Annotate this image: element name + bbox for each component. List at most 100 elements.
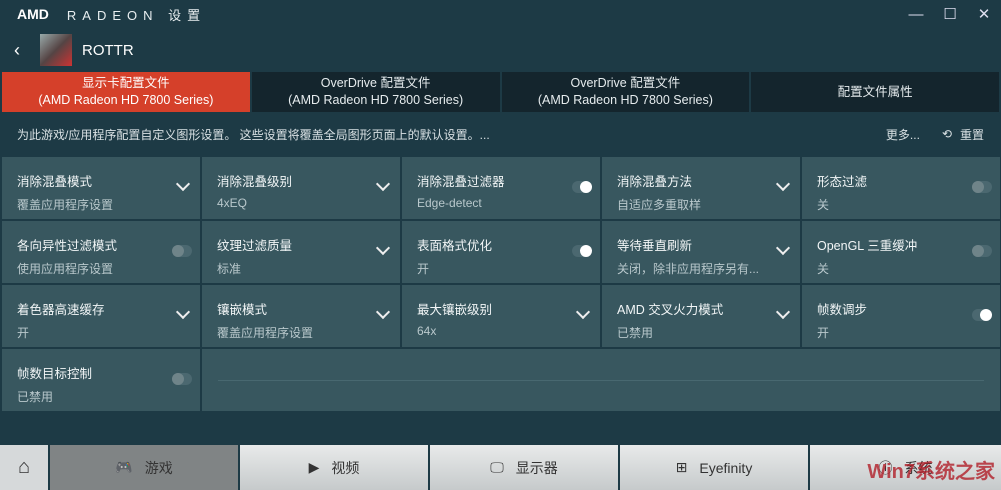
- tab-line2: (AMD Radeon HD 7800 Series): [38, 93, 214, 107]
- setting-tile[interactable]: 帧数目标控制 已禁用: [2, 349, 200, 411]
- toggle-switch[interactable]: [572, 181, 592, 193]
- bottom-nav: ⌂ 🎮 游戏 ▶ 视频 🖵 显示器 ⊞ Eyefinity ⓘ 系统: [0, 445, 1001, 490]
- nav-label: 游戏: [144, 459, 173, 476]
- nav-icon: ▶: [308, 459, 320, 475]
- game-thumbnail: [40, 34, 72, 66]
- setting-value: 关闭，除非应用程序另有...: [617, 262, 760, 276]
- setting-tile[interactable]: 最大镶嵌级别 64x: [402, 285, 600, 347]
- nav-label: Eyefinity: [699, 459, 753, 476]
- nav-label: 视频: [331, 459, 360, 476]
- more-link[interactable]: 更多...: [886, 126, 920, 143]
- empty-area: [202, 349, 1000, 411]
- setting-tile[interactable]: 帧数调步开: [802, 285, 1000, 347]
- setting-tile[interactable]: 等待垂直刷新关闭，除非应用程序另有...: [602, 221, 800, 283]
- setting-tile[interactable]: 消除混叠过滤器 Edge-detect: [402, 157, 600, 219]
- tab-line1: 配置文件属性: [837, 84, 913, 99]
- tab-0[interactable]: 显示卡配置文件 (AMD Radeon HD 7800 Series): [2, 72, 250, 112]
- home-icon: ⌂: [17, 456, 31, 478]
- setting-value: 开: [817, 326, 830, 340]
- setting-value: 已禁用: [617, 326, 654, 340]
- setting-title: 帧数调步: [817, 303, 868, 317]
- tab-line1: OverDrive 配置文件: [320, 76, 431, 90]
- setting-tile[interactable]: AMD 交叉火力模式 已禁用: [602, 285, 800, 347]
- nav-3[interactable]: ⊞ Eyefinity: [618, 445, 808, 490]
- toggle-switch[interactable]: [172, 373, 192, 385]
- tab-line1: 显示卡配置文件: [82, 76, 170, 90]
- nav-label: 显示器: [515, 459, 558, 476]
- setting-title: 消除混叠模式: [17, 175, 93, 189]
- description-bar: 为此游戏/应用程序配置自定义图形设置。 这些设置将覆盖全局图形页面上的默认设置。…: [0, 118, 1001, 150]
- setting-value: 覆盖应用程序设置: [17, 198, 114, 212]
- setting-value: 4xEQ: [217, 196, 248, 210]
- setting-tile[interactable]: 消除混叠方法 自适应多重取样: [602, 157, 800, 219]
- setting-tile[interactable]: 消除混叠级别 4xEQ: [202, 157, 400, 219]
- toggle-switch[interactable]: [572, 245, 592, 257]
- setting-title: 形态过滤: [817, 175, 868, 189]
- tab-3[interactable]: 配置文件属性: [751, 72, 999, 112]
- setting-title: AMD 交叉火力模式: [617, 303, 724, 317]
- setting-value: 关: [817, 262, 830, 276]
- description-text: 为此游戏/应用程序配置自定义图形设置。 这些设置将覆盖全局图形页面上的默认设置。…: [17, 127, 490, 142]
- setting-tile[interactable]: 消除混叠模式覆盖应用程序设置: [2, 157, 200, 219]
- reset-icon: ⟲: [941, 127, 952, 141]
- toggle-switch[interactable]: [972, 245, 992, 257]
- game-header: ‹ ROTTR: [0, 32, 134, 68]
- toggle-switch[interactable]: [972, 181, 992, 193]
- setting-tile[interactable]: 各向异性过滤模式 使用应用程序设置: [2, 221, 200, 283]
- reset-label: 重置: [959, 127, 984, 142]
- setting-value: 自适应多重取样: [617, 198, 702, 212]
- tab-line2: (AMD Radeon HD 7800 Series): [288, 93, 464, 107]
- toggle-switch[interactable]: [972, 309, 992, 321]
- nav-0[interactable]: 🎮 游戏: [48, 445, 238, 490]
- nav-icon: ⊞: [675, 459, 688, 475]
- setting-title: 帧数目标控制: [17, 367, 93, 381]
- app-title: RADEON 设置: [66, 7, 207, 23]
- setting-value: 关: [817, 198, 830, 212]
- watermark-logo: Win7系统之家: [867, 461, 995, 483]
- setting-title: 最大镶嵌级别: [417, 303, 493, 317]
- profile-tabs: 显示卡配置文件 (AMD Radeon HD 7800 Series) OverDr…: [0, 72, 1001, 112]
- maximize-button[interactable]: ☐: [933, 0, 967, 28]
- setting-title: 镶嵌模式: [217, 303, 268, 317]
- tab-2[interactable]: OverDrive 配置文件 (AMD Radeon HD 7800 Series…: [501, 72, 750, 112]
- toggle-switch[interactable]: [172, 245, 192, 257]
- setting-title: 各向异性过滤模式: [17, 239, 118, 253]
- setting-title: 表面格式优化: [417, 239, 493, 253]
- close-button[interactable]: ✕: [967, 0, 1001, 28]
- setting-value: 覆盖应用程序设置: [217, 326, 314, 340]
- minimize-button[interactable]: —: [899, 0, 933, 28]
- setting-value: 标准: [217, 262, 242, 276]
- setting-value: 使用应用程序设置: [17, 262, 114, 276]
- setting-title: 纹理过滤质量: [217, 239, 293, 253]
- setting-value: 已禁用: [17, 390, 54, 404]
- setting-tile[interactable]: OpenGL 三重缓冲关: [802, 221, 1000, 283]
- nav-1[interactable]: ▶ 视频: [238, 445, 428, 490]
- setting-title: 等待垂直刷新: [617, 239, 693, 253]
- tab-1[interactable]: OverDrive 配置文件 (AMD Radeon HD 7800 Series…: [251, 72, 500, 112]
- nav-icon: 🎮: [115, 459, 133, 475]
- setting-value: 开: [17, 326, 30, 340]
- amd-logo: AMD: [17, 6, 49, 22]
- setting-tile[interactable]: 纹理过滤质量 标准: [202, 221, 400, 283]
- nav-2[interactable]: 🖵 显示器: [428, 445, 618, 490]
- game-name: ROTTR: [82, 41, 134, 59]
- home-button[interactable]: ⌂: [0, 445, 48, 490]
- setting-tile[interactable]: 形态过滤关: [802, 157, 1000, 219]
- setting-title: 着色器高速缓存: [17, 303, 105, 317]
- setting-value: Edge-detect: [417, 196, 482, 210]
- settings-grid: 消除混叠模式 覆盖应用程序设置 消除混叠级别 4xEQ 消除混叠过滤器 Edge-dete…: [2, 157, 1001, 411]
- nav-icon: 🖵: [490, 459, 504, 475]
- title-bar: AMD RADEON 设置 — ☐ ✕: [0, 0, 1001, 28]
- setting-tile[interactable]: 镶嵌模式覆盖应用程序设置: [202, 285, 400, 347]
- setting-title: OpenGL 三重缓冲: [817, 239, 918, 253]
- setting-title: 消除混叠过滤器: [417, 175, 505, 189]
- tab-line1: OverDrive 配置文件: [570, 76, 681, 90]
- back-button[interactable]: ‹: [2, 40, 32, 61]
- setting-tile[interactable]: 着色器高速缓存开: [2, 285, 200, 347]
- reset-button[interactable]: ⟲ 重置: [942, 126, 984, 143]
- setting-title: 消除混叠方法: [617, 175, 693, 189]
- setting-value: 开: [417, 262, 430, 276]
- setting-title: 消除混叠级别: [217, 175, 293, 189]
- tab-line2: (AMD Radeon HD 7800 Series): [537, 93, 713, 107]
- setting-tile[interactable]: 表面格式优化开: [402, 221, 600, 283]
